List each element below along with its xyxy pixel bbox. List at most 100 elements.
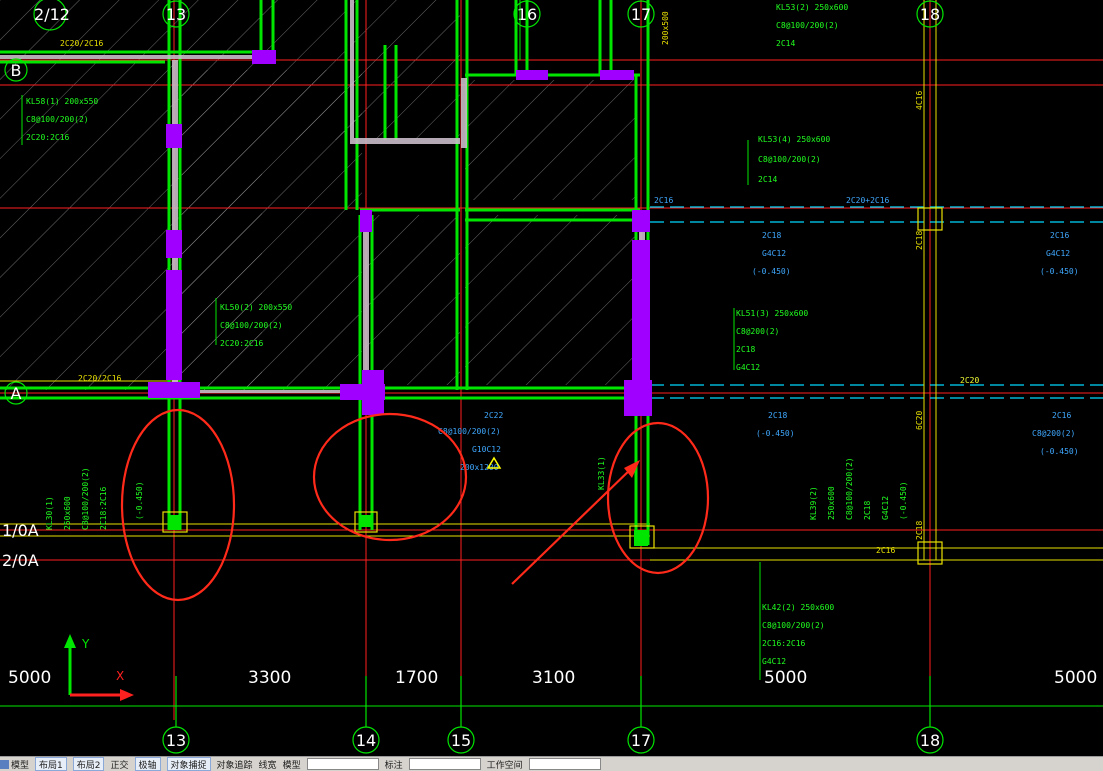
status-item-workspace[interactable]: 工作空间 bbox=[487, 758, 523, 771]
annotation-scale-field[interactable] bbox=[306, 758, 379, 770]
reinforcement-label: G4C12 bbox=[1046, 249, 1070, 258]
status-item-layout1[interactable]: 布局1 bbox=[35, 757, 67, 771]
beam-label: 2C18 bbox=[863, 501, 872, 520]
status-item-otrack[interactable]: 对象追踪 bbox=[217, 758, 253, 771]
reinforcement-label: C8@200(2) bbox=[1032, 429, 1075, 438]
row-label-b: B bbox=[11, 61, 22, 80]
beam-label: 2C16:2C16 bbox=[762, 639, 806, 648]
status-item-model-space[interactable]: 模型 bbox=[283, 758, 301, 771]
status-item-ortho[interactable]: 正交 bbox=[110, 758, 128, 771]
reinforcement-label: G4C12 bbox=[762, 249, 786, 258]
row-label-a: A bbox=[11, 384, 22, 403]
beam-label: 2C14 bbox=[758, 175, 777, 184]
axis-number-13: 13 bbox=[166, 731, 186, 750]
dimension-text: 5000 bbox=[1054, 668, 1097, 688]
beam-label: C8@100/200(2) bbox=[758, 155, 821, 164]
beam-label: C8@200(2) bbox=[736, 327, 779, 336]
status-item-label: 布局2 bbox=[76, 760, 101, 771]
beam-label: G4C12 bbox=[762, 657, 786, 666]
cad-drawing-canvas[interactable]: 13 14 15 17 18 2/12 13 16 17 18 B A 1/0A… bbox=[0, 0, 1103, 756]
beam-label: KL53(4) 250x600 bbox=[758, 135, 830, 144]
beam-label: KL33(1) bbox=[597, 456, 606, 490]
axis-label-2-12: 2/12 bbox=[34, 5, 70, 24]
beam-label: 250x600 bbox=[827, 486, 836, 520]
axis-label-17-top: 17 bbox=[631, 5, 651, 24]
status-item-label: 模型 bbox=[282, 760, 301, 771]
beam-label: KL42(2) 250x600 bbox=[762, 603, 834, 612]
reinforcement-label: 2C18 bbox=[762, 231, 781, 240]
reinforcement-label: 2C20/2C16 bbox=[60, 39, 104, 48]
beam-label: C8@100/200(2) bbox=[776, 21, 839, 30]
beam-label: (-0.450) bbox=[135, 481, 144, 520]
reinforcement-label: 2C16 bbox=[1050, 231, 1069, 240]
status-item-label: 标注 bbox=[384, 760, 403, 771]
beam-label: KL53(2) 250x600 bbox=[776, 3, 848, 12]
status-bar: 模型 布局1 布局2 正交 极轴 对象捕捉 对象追踪 线宽 模型 标注 工作空间 bbox=[0, 756, 1103, 771]
reinforcement-label: 2C18 bbox=[768, 411, 787, 420]
dimension-text: 5000 bbox=[8, 668, 51, 688]
beam-label: C8@100/200(2) bbox=[845, 457, 854, 520]
status-item-label: 对象捕捉 bbox=[170, 760, 207, 771]
axis-number-14: 14 bbox=[356, 731, 376, 750]
status-item-osnap[interactable]: 对象捕捉 bbox=[166, 757, 211, 771]
workspace-field[interactable] bbox=[528, 758, 601, 770]
reinforcement-label: 200x500 bbox=[661, 11, 670, 45]
beam-label: C8@100/200(2) bbox=[26, 115, 89, 124]
reinforcement-label: 2C22 bbox=[484, 411, 503, 420]
beam-label: 2C14 bbox=[776, 39, 795, 48]
status-item-label: 对象追踪 bbox=[216, 760, 253, 771]
beam-label: G4C12 bbox=[881, 496, 890, 520]
reinforcement-label: 6C20 bbox=[915, 411, 924, 430]
beam-label: KL30(1) bbox=[45, 496, 54, 530]
beam-label: C8@100/200(2) bbox=[762, 621, 825, 630]
status-item-dim[interactable]: 标注 bbox=[385, 758, 403, 771]
beam-label: KL39(2) bbox=[809, 486, 818, 520]
dimension-text: 1700 bbox=[395, 668, 438, 688]
beam-label: 2C18 bbox=[736, 345, 755, 354]
beam-label: 2C20:2C16 bbox=[26, 133, 70, 142]
reinforcement-label: (-0.450) bbox=[756, 429, 795, 438]
status-item-lineweight[interactable]: 线宽 bbox=[259, 758, 277, 771]
beam-label: KL51(3) 250x600 bbox=[736, 309, 808, 318]
axis-label-13-top: 13 bbox=[166, 5, 186, 24]
beam-label: KL58(1) 200x550 bbox=[26, 97, 98, 106]
beam-label: 250x600 bbox=[63, 496, 72, 530]
model-icon bbox=[0, 759, 9, 769]
reinforcement-label: 2C16 bbox=[876, 546, 895, 555]
axis-number-18: 18 bbox=[920, 731, 940, 750]
row-label-2-0a: 2/0A bbox=[2, 551, 39, 570]
status-item-label: 布局1 bbox=[39, 760, 63, 771]
status-item-label: 工作空间 bbox=[486, 760, 523, 771]
beam-label: (-0.450) bbox=[899, 481, 908, 520]
reinforcement-label: 2C20+2C16 bbox=[846, 196, 890, 205]
reinforcement-label: 2C16 bbox=[654, 196, 673, 205]
beam-label: C8@100/200(2) bbox=[81, 467, 90, 530]
ucs-x-label: X bbox=[116, 669, 124, 683]
status-item-label: 模型 bbox=[11, 760, 30, 771]
beam-label: C8@100/200(2) bbox=[220, 321, 283, 330]
status-item-polar[interactable]: 极轴 bbox=[134, 757, 161, 771]
status-item-label: 线宽 bbox=[258, 760, 277, 771]
dimension-text: 3300 bbox=[248, 668, 291, 688]
beam-label: 2C18:2C16 bbox=[99, 486, 108, 530]
status-item-layout2[interactable]: 布局2 bbox=[72, 757, 105, 771]
axis-number-17: 17 bbox=[631, 731, 651, 750]
reinforcement-label: 2C16 bbox=[1052, 411, 1071, 420]
status-item-label: 极轴 bbox=[138, 760, 157, 771]
axis-number-15: 15 bbox=[451, 731, 471, 750]
dim-field[interactable] bbox=[408, 758, 481, 770]
ucs-y-label: Y bbox=[81, 637, 90, 651]
status-item-model[interactable]: 模型 bbox=[0, 758, 29, 771]
reinforcement-label: 2C18 bbox=[915, 521, 924, 540]
dimension-text: 5000 bbox=[764, 668, 807, 688]
axis-label-18-top: 18 bbox=[920, 5, 940, 24]
beam-label: 2C20:2C16 bbox=[220, 339, 264, 348]
reinforcement-label: (-0.450) bbox=[752, 267, 791, 276]
reinforcement-label: (-0.450) bbox=[1040, 267, 1079, 276]
beam-label: KL50(2) 200x550 bbox=[220, 303, 292, 312]
reinforcement-label: 4C16 bbox=[915, 91, 924, 110]
row-label-1-0a: 1/0A bbox=[2, 521, 39, 540]
reinforcement-label: 2C20/2C16 bbox=[78, 374, 122, 383]
status-item-label: 正交 bbox=[110, 760, 129, 771]
dimension-text: 3100 bbox=[532, 668, 575, 688]
